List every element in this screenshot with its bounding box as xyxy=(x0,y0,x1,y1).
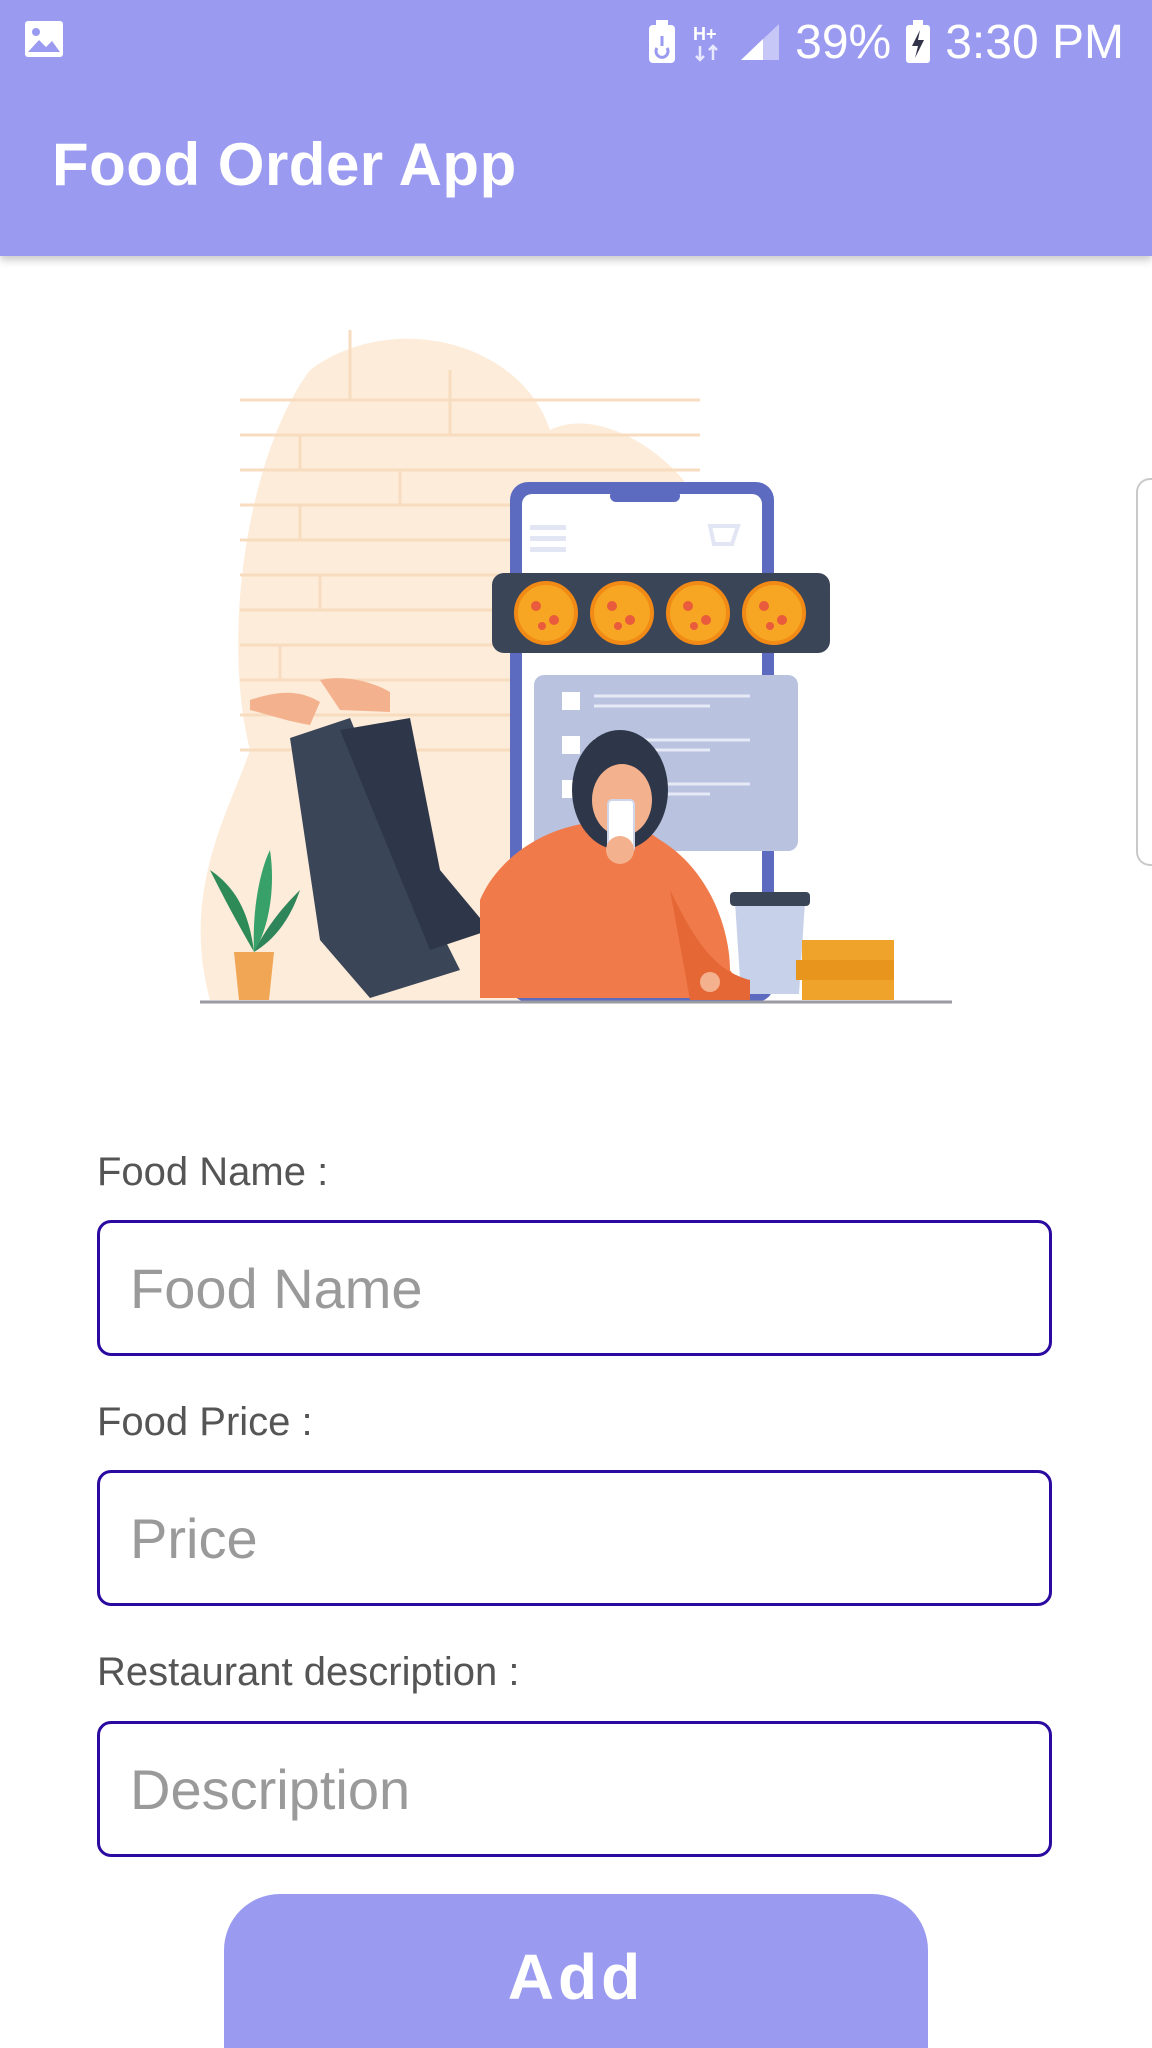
food-name-label: Food Name : xyxy=(97,1150,329,1194)
battery-percent: 39% xyxy=(795,15,892,69)
description-field[interactable] xyxy=(97,1721,1052,1857)
food-name-field[interactable] xyxy=(97,1220,1052,1356)
svg-text:H+: H+ xyxy=(693,24,717,44)
hplus-network-icon: H+ xyxy=(693,24,719,62)
app-title: Food Order App xyxy=(52,131,517,198)
food-price-input[interactable] xyxy=(100,1473,1049,1603)
food-order-illustration xyxy=(200,330,952,1004)
add-button-label: Add xyxy=(507,1941,645,2013)
food-price-label: Food Price : xyxy=(97,1400,313,1444)
battery-charging-icon xyxy=(906,20,931,63)
status-icons: H+ 39% 3:30 PM xyxy=(647,14,1124,70)
add-button[interactable]: Add xyxy=(224,1894,928,2048)
clock: 3:30 PM xyxy=(945,15,1124,69)
app-bar: H+ 39% 3:30 PM Food Order App xyxy=(0,0,1152,256)
description-label: Restaurant description : xyxy=(97,1650,520,1694)
side-panel-handle[interactable] xyxy=(1136,478,1152,866)
signal-icon xyxy=(741,24,780,60)
battery-saver-icon xyxy=(649,20,676,63)
description-input[interactable] xyxy=(100,1724,1049,1854)
status-bar: H+ 39% 3:30 PM xyxy=(0,0,1152,82)
food-price-field[interactable] xyxy=(97,1470,1052,1606)
image-icon xyxy=(25,21,63,57)
food-name-input[interactable] xyxy=(100,1223,1049,1353)
